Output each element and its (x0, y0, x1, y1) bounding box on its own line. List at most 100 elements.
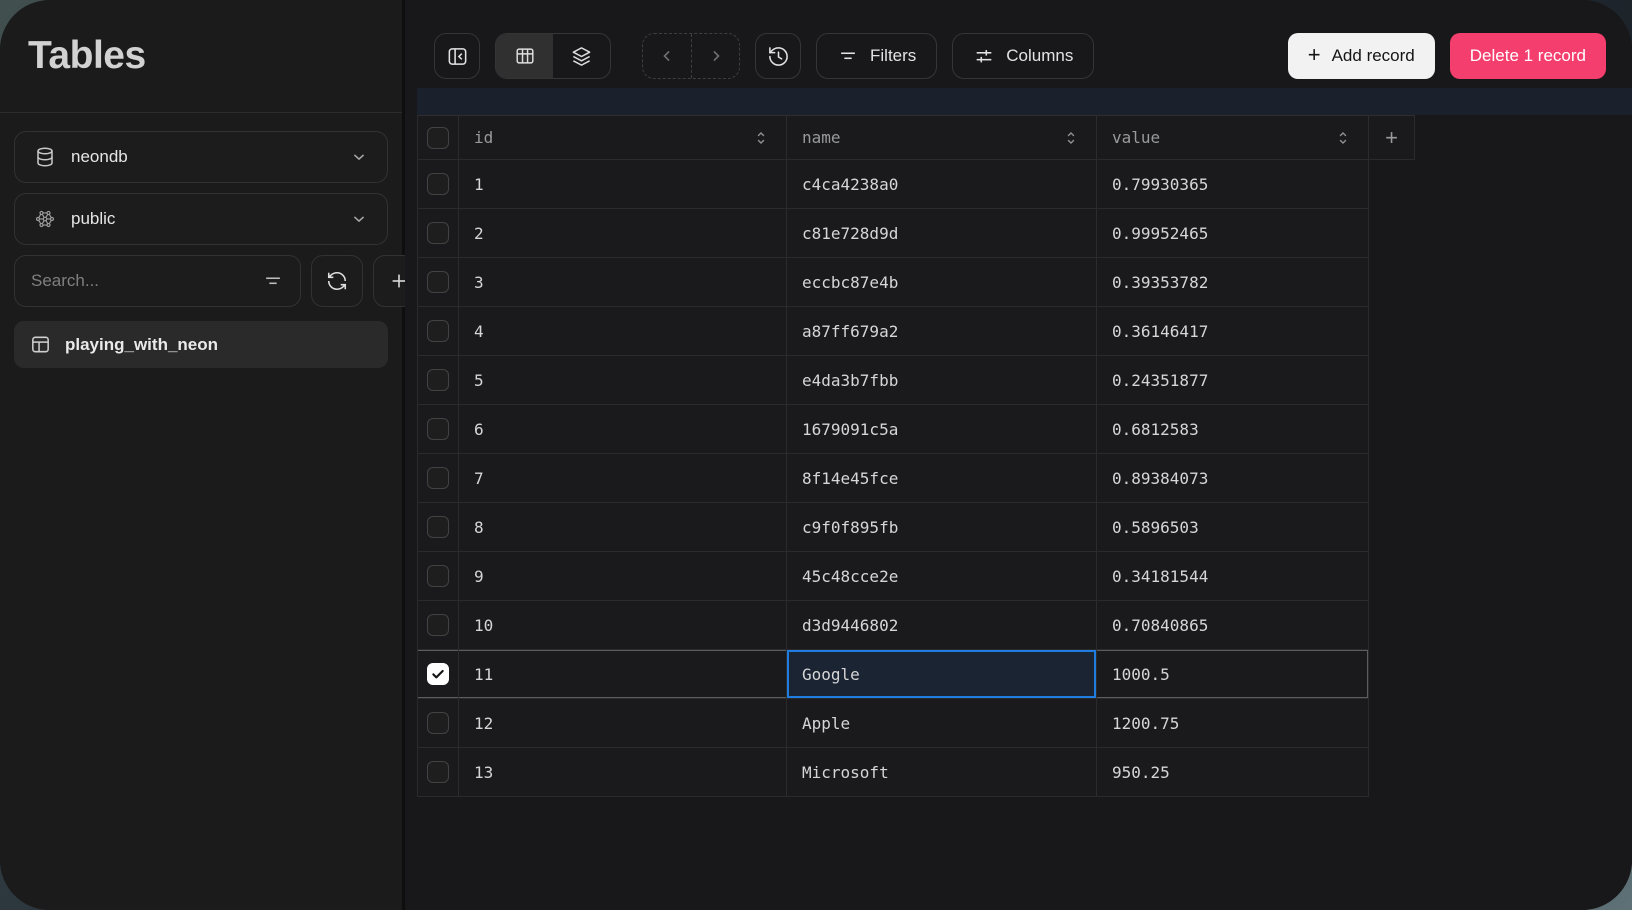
row-checkbox-cell[interactable] (417, 748, 459, 797)
row-checkbox-cell[interactable] (417, 601, 459, 650)
cell-id[interactable]: 9 (459, 552, 787, 601)
column-header-name[interactable]: name (787, 115, 1097, 160)
cell-name[interactable]: e4da3b7fbb (787, 356, 1097, 405)
sidebar-item-playing_with_neon[interactable]: playing_with_neon (14, 321, 388, 368)
row-checkbox[interactable] (427, 516, 449, 538)
cell-name[interactable]: Google (787, 650, 1097, 699)
row-checkbox-cell[interactable] (417, 454, 459, 503)
columns-button[interactable]: Columns (952, 33, 1094, 79)
row-checkbox-cell[interactable] (417, 356, 459, 405)
cell-name[interactable]: Apple (787, 699, 1097, 748)
table-row: 78f14e45fce0.89384073 (417, 454, 1415, 503)
cell-value[interactable]: 0.39353782 (1097, 258, 1369, 307)
row-checkbox[interactable] (427, 369, 449, 391)
cell-value[interactable]: 0.70840865 (1097, 601, 1369, 650)
cell-value[interactable]: 950.25 (1097, 748, 1369, 797)
cell-id[interactable]: 4 (459, 307, 787, 356)
cell-name[interactable]: a87ff679a2 (787, 307, 1097, 356)
cell-value[interactable]: 0.99952465 (1097, 209, 1369, 258)
cell-id[interactable]: 8 (459, 503, 787, 552)
page-title: Tables (28, 34, 146, 78)
search-input[interactable] (31, 271, 252, 291)
collapse-sidebar-button[interactable] (434, 33, 480, 79)
schema-select[interactable]: public (14, 193, 388, 245)
plus-icon: + (1308, 44, 1321, 66)
row-checkbox-cell[interactable] (417, 699, 459, 748)
empty-cell (1369, 160, 1415, 209)
column-header-value[interactable]: value (1097, 115, 1369, 160)
cell-id[interactable]: 1 (459, 160, 787, 209)
row-checkbox-cell[interactable] (417, 307, 459, 356)
row-checkbox-cell[interactable] (417, 552, 459, 601)
cell-value[interactable]: 1200.75 (1097, 699, 1369, 748)
row-checkbox[interactable] (427, 320, 449, 342)
row-checkbox-cell[interactable] (417, 160, 459, 209)
database-select[interactable]: neondb (14, 131, 388, 183)
cell-id[interactable]: 11 (459, 650, 787, 699)
delete-record-button[interactable]: Delete 1 record (1450, 33, 1606, 79)
cell-id[interactable]: 12 (459, 699, 787, 748)
grid-view-button[interactable] (496, 34, 553, 78)
row-checkbox[interactable] (427, 614, 449, 636)
column-header-label: value (1112, 128, 1160, 147)
cell-name[interactable]: c81e728d9d (787, 209, 1097, 258)
row-checkbox[interactable] (427, 271, 449, 293)
search-row (14, 255, 388, 307)
cell-name[interactable]: 45c48cce2e (787, 552, 1097, 601)
sort-icon[interactable] (1333, 128, 1353, 148)
row-checkbox[interactable] (427, 663, 449, 685)
empty-cell (1369, 356, 1415, 405)
cell-id[interactable]: 13 (459, 748, 787, 797)
cell-id[interactable]: 2 (459, 209, 787, 258)
cell-name[interactable]: d3d9446802 (787, 601, 1097, 650)
row-checkbox-cell[interactable] (417, 650, 459, 699)
row-checkbox[interactable] (427, 712, 449, 734)
cell-value[interactable]: 0.79930365 (1097, 160, 1369, 209)
column-header-id[interactable]: id (459, 115, 787, 160)
chevron-right-icon (706, 46, 726, 66)
row-checkbox-cell[interactable] (417, 209, 459, 258)
cell-value[interactable]: 0.24351877 (1097, 356, 1369, 405)
cell-name[interactable]: eccbc87e4b (787, 258, 1097, 307)
add-record-button[interactable]: + Add record (1288, 33, 1435, 79)
row-checkbox[interactable] (427, 761, 449, 783)
cell-name[interactable]: c9f0f895fb (787, 503, 1097, 552)
filter-lines-icon[interactable] (262, 270, 284, 292)
cell-name[interactable]: 8f14e45fce (787, 454, 1097, 503)
undo-button[interactable] (643, 34, 691, 78)
cell-value[interactable]: 0.34181544 (1097, 552, 1369, 601)
layers-view-button[interactable] (553, 34, 610, 78)
refresh-button[interactable] (311, 255, 363, 307)
redo-button[interactable] (691, 34, 739, 78)
sidebar: Tables neondb (0, 0, 405, 910)
cell-name[interactable]: Microsoft (787, 748, 1097, 797)
sort-icon[interactable] (1061, 128, 1081, 148)
row-checkbox-cell[interactable] (417, 258, 459, 307)
row-checkbox[interactable] (427, 173, 449, 195)
row-checkbox[interactable] (427, 565, 449, 587)
sort-icon[interactable] (751, 128, 771, 148)
history-button[interactable] (755, 33, 801, 79)
cell-value[interactable]: 0.36146417 (1097, 307, 1369, 356)
row-checkbox[interactable] (427, 418, 449, 440)
cell-id[interactable]: 6 (459, 405, 787, 454)
filters-button[interactable]: Filters (816, 33, 937, 79)
cell-name[interactable]: 1679091c5a (787, 405, 1097, 454)
add-column-button[interactable]: + (1369, 115, 1415, 160)
cell-name[interactable]: c4ca4238a0 (787, 160, 1097, 209)
row-checkbox[interactable] (427, 467, 449, 489)
cell-value[interactable]: 0.6812583 (1097, 405, 1369, 454)
select-all-cell[interactable] (417, 115, 459, 160)
cell-id[interactable]: 7 (459, 454, 787, 503)
cell-id[interactable]: 10 (459, 601, 787, 650)
cell-value[interactable]: 1000.5 (1097, 650, 1369, 699)
select-all-checkbox[interactable] (427, 127, 449, 149)
cell-id[interactable]: 5 (459, 356, 787, 405)
cell-value[interactable]: 0.5896503 (1097, 503, 1369, 552)
cell-value[interactable]: 0.89384073 (1097, 454, 1369, 503)
row-checkbox-cell[interactable] (417, 405, 459, 454)
search-field-wrap[interactable] (14, 255, 301, 307)
cell-id[interactable]: 3 (459, 258, 787, 307)
row-checkbox[interactable] (427, 222, 449, 244)
row-checkbox-cell[interactable] (417, 503, 459, 552)
